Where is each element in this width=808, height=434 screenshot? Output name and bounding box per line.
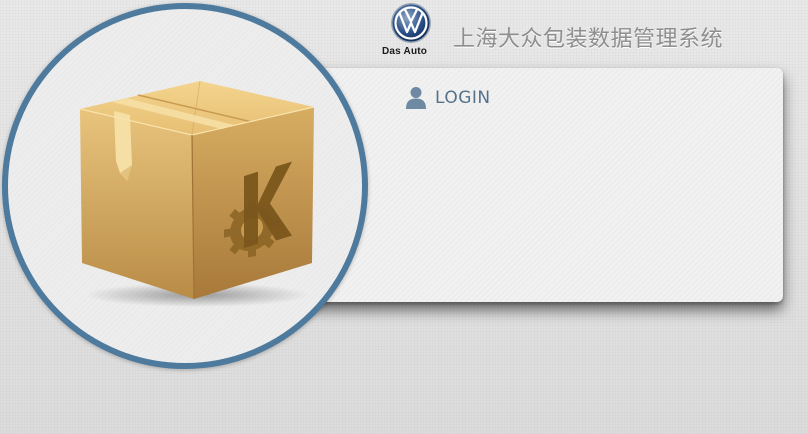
login-label: LOGIN — [435, 88, 491, 108]
login-panel: LOGIN — [300, 68, 783, 302]
page-title: 上海大众包装数据管理系统 — [453, 27, 724, 52]
vw-logo-icon — [391, 3, 431, 43]
vw-brand-logo: Das Auto — [382, 2, 448, 60]
package-box-icon — [79, 80, 315, 307]
login-heading: LOGIN — [405, 86, 491, 110]
user-icon — [406, 87, 426, 109]
brand-tagline: Das Auto — [382, 46, 428, 57]
product-circle — [2, 3, 368, 369]
